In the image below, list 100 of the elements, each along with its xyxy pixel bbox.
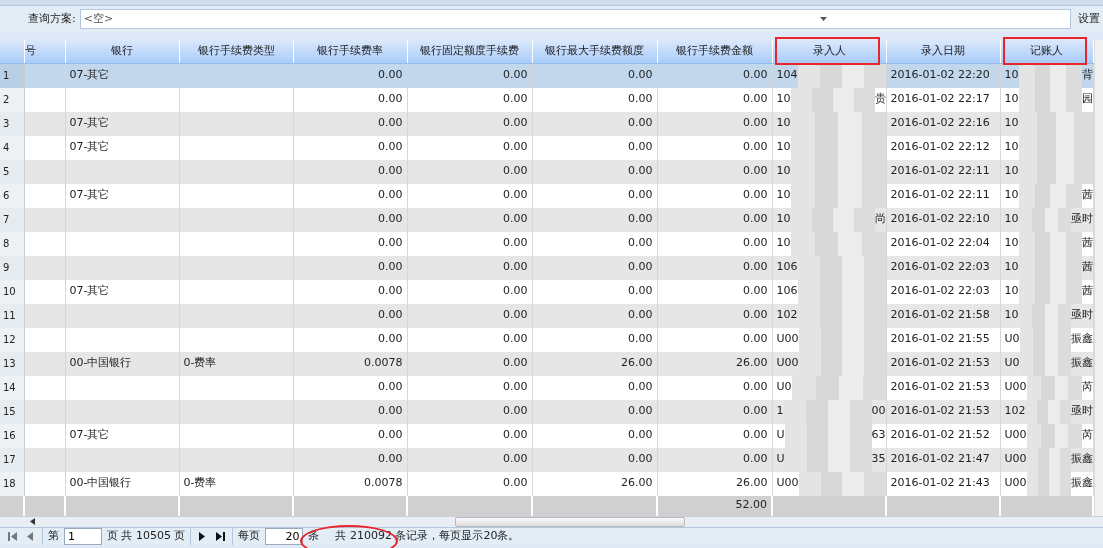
table-cell: 0.00 (407, 207, 532, 232)
row-number: 14 (0, 375, 24, 400)
per-page-field[interactable]: 20 (265, 527, 304, 545)
table-cell: 0.00 (407, 183, 532, 208)
column-header[interactable]: 号 (24, 40, 65, 63)
cell-text: 10 (1004, 211, 1019, 228)
cell-text: 35 (871, 451, 885, 468)
table-cell: 0.00 (407, 351, 532, 376)
cell-text: 振鑫 (1070, 475, 1092, 492)
first-page-icon[interactable] (6, 531, 19, 541)
cell-text: 102 (1004, 403, 1026, 420)
table-cell: 0.00 (293, 231, 407, 256)
table-cell: 0.00 (407, 471, 532, 496)
last-page-icon[interactable] (214, 531, 228, 541)
cell-text: 亟时 (1070, 307, 1092, 324)
table-cell: 00-中国银行 (65, 471, 179, 496)
table-cell: 0.00 (407, 255, 532, 280)
table-cell: 0.00 (532, 375, 657, 400)
table-cell: 2016-01-02 22:20 (886, 63, 1000, 88)
table-cell: 0.00 (293, 375, 407, 400)
summary-total: 52.00 (657, 495, 772, 516)
table-cell: 0.00 (293, 399, 407, 424)
table-cell: 0.00 (407, 279, 532, 304)
table-cell: 2016-01-02 21:58 (886, 303, 1000, 328)
row-number: 2 (0, 87, 24, 112)
table-cell: 0.00 (532, 279, 657, 304)
cell-text: 10 (776, 163, 791, 180)
table-cell: 0.00 (293, 279, 407, 304)
table-cell: 2016-01-02 21:47 (886, 447, 1000, 472)
table-cell: 07-其它 (65, 279, 179, 304)
row-number: 1 (0, 63, 24, 88)
cell-text: 茜 (1081, 259, 1092, 276)
row-number: 16 (0, 423, 24, 448)
column-header[interactable]: 银行最大手续费额度 (532, 40, 657, 63)
table-cell: 2016-01-02 22:03 (886, 255, 1000, 280)
table-cell: 0.00 (407, 135, 532, 160)
table-cell: 2016-01-02 22:11 (886, 183, 1000, 208)
scroll-left-icon[interactable] (30, 518, 35, 525)
table-cell: 0.00 (532, 447, 657, 472)
column-header[interactable]: 银行固定额度手续费 (407, 40, 532, 63)
table-cell: 0-费率 (179, 351, 293, 376)
table-cell: 0.0078 (293, 351, 407, 376)
table-cell: 0.00 (407, 447, 532, 472)
table-cell: 0.00 (657, 327, 772, 352)
table-cell: 0.00 (532, 327, 657, 352)
table-cell: 0.00 (407, 303, 532, 328)
column-header[interactable]: 银行 (65, 40, 179, 63)
table-cell: 0.00 (657, 255, 772, 280)
column-header[interactable]: 记账人 (1000, 40, 1093, 63)
table-cell: 2016-01-02 22:17 (886, 87, 1000, 112)
row-number: 6 (0, 183, 24, 208)
column-header[interactable]: 银行手续费类型 (179, 40, 293, 63)
row-number: 12 (0, 327, 24, 352)
table-cell: 0.00 (407, 63, 532, 88)
query-scheme-field[interactable]: <空> (79, 9, 1071, 29)
page-field[interactable]: 1 (64, 527, 102, 545)
table-cell: 2016-01-02 22:10 (886, 207, 1000, 232)
cell-text: 背 (1081, 67, 1092, 84)
cell-text: 振鑫 (1070, 331, 1092, 348)
table-cell: 07-其它 (65, 111, 179, 136)
scroll-thumb[interactable] (455, 516, 685, 527)
cell-text: 茜 (1081, 235, 1092, 252)
table-cell: 0.00 (532, 63, 657, 88)
row-number: 17 (0, 447, 24, 472)
cell-text: 10 (1004, 259, 1019, 276)
table-cell: 0.00 (657, 111, 772, 136)
table-cell: 0.00 (532, 135, 657, 160)
table-cell: 0.00 (293, 255, 407, 280)
table-cell: 0.00 (293, 159, 407, 184)
table-cell: 26.00 (532, 471, 657, 496)
horizontal-scrollbar[interactable] (0, 515, 1103, 527)
column-header[interactable]: 银行手续费金额 (657, 40, 772, 63)
cell-text: U0 (1004, 355, 1020, 372)
column-header[interactable]: 录入人 (772, 40, 886, 63)
vertical-scrollbar[interactable] (1094, 40, 1103, 516)
table-cell: 0.00 (657, 279, 772, 304)
row-number: 7 (0, 207, 24, 232)
column-header[interactable]: 录入日期 (886, 40, 1000, 63)
cell-text: 10 (1004, 283, 1019, 300)
page-label: 第 (48, 527, 59, 544)
cell-text: 10 (1004, 67, 1019, 84)
table-cell: 0.00 (407, 375, 532, 400)
cell-text: 00 (871, 403, 885, 420)
cell-text: 10 (776, 139, 791, 156)
table-cell: 0-费率 (179, 471, 293, 496)
table-cell: 0.00 (293, 135, 407, 160)
cell-text: 10 (776, 187, 791, 204)
table-cell: 0.00 (657, 87, 772, 112)
table-cell: 0.00 (293, 87, 407, 112)
table-cell: 0.00 (657, 303, 772, 328)
table-cell: 07-其它 (65, 135, 179, 160)
table-cell: 2016-01-02 22:11 (886, 159, 1000, 184)
table-cell: 0.00 (657, 447, 772, 472)
cell-text: 芮 (1081, 427, 1092, 444)
column-header[interactable]: 银行手续费率 (293, 40, 407, 63)
table-cell: 0.00 (532, 111, 657, 136)
table-cell: 0.00 (293, 111, 407, 136)
column-header (0, 40, 24, 63)
table-cell: 0.00 (657, 399, 772, 424)
table-cell: 26.00 (657, 351, 772, 376)
